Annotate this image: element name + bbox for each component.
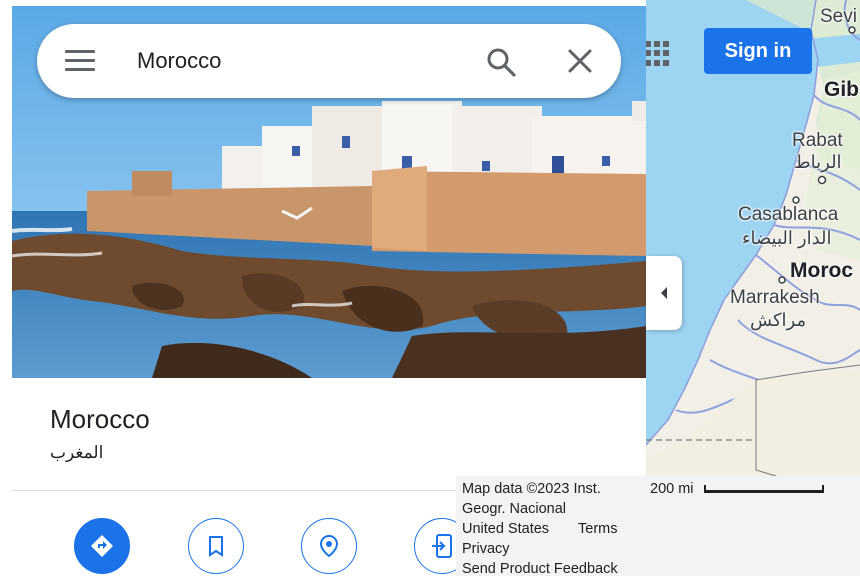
- map-attribution: Map data ©2023 Inst.: [462, 481, 601, 497]
- search-input[interactable]: [137, 44, 467, 78]
- region-link[interactable]: United States: [462, 521, 549, 537]
- map-label-morocco[interactable]: Moroc: [790, 259, 853, 283]
- map-footer: Map data ©2023 Inst. Geogr. Nacional Uni…: [456, 476, 860, 576]
- search-icon[interactable]: [485, 46, 517, 78]
- save-button[interactable]: [188, 518, 244, 574]
- map-label-casablanca-arabic: الدار البيضاء: [742, 228, 832, 248]
- apps-grid-icon[interactable]: [643, 38, 671, 66]
- menu-icon[interactable]: [65, 50, 95, 72]
- terms-link[interactable]: Terms: [578, 521, 617, 537]
- nearby-button[interactable]: [301, 518, 357, 574]
- directions-icon: [91, 535, 113, 557]
- map-label-sevilla[interactable]: Sevi: [820, 6, 857, 28]
- sign-in-button[interactable]: Sign in: [704, 28, 812, 74]
- map-attribution-continued: Geogr. Nacional: [462, 501, 566, 517]
- scale-bar[interactable]: [704, 485, 824, 493]
- close-icon[interactable]: [565, 46, 595, 76]
- map-label-marrakesh[interactable]: Marrakesh: [730, 287, 820, 309]
- chevron-left-icon: [661, 287, 667, 299]
- maps-app: Sevi Gib Rabat الرباط Casablanca الدار ا…: [0, 0, 860, 576]
- map-label-gibraltar[interactable]: Gib: [824, 78, 859, 102]
- map-label-rabat[interactable]: Rabat: [792, 130, 843, 152]
- feedback-link[interactable]: Send Product Feedback: [462, 561, 618, 576]
- map-label-marrakesh-arabic: مراكش: [750, 310, 807, 330]
- map-label-rabat-arabic: الرباط: [794, 152, 842, 172]
- collapse-panel-button[interactable]: [646, 256, 682, 330]
- place-title: Morocco: [50, 404, 150, 434]
- scale-label[interactable]: 200 mi: [650, 481, 694, 497]
- nearby-icon: [319, 534, 339, 558]
- map-label-casablanca[interactable]: Casablanca: [738, 204, 838, 226]
- send-to-phone-icon: [432, 534, 452, 558]
- search-box: [37, 24, 621, 98]
- place-native-name: المغرب: [50, 443, 104, 462]
- bookmark-icon: [209, 536, 223, 557]
- privacy-link[interactable]: Privacy: [462, 541, 510, 557]
- directions-button[interactable]: [74, 518, 130, 574]
